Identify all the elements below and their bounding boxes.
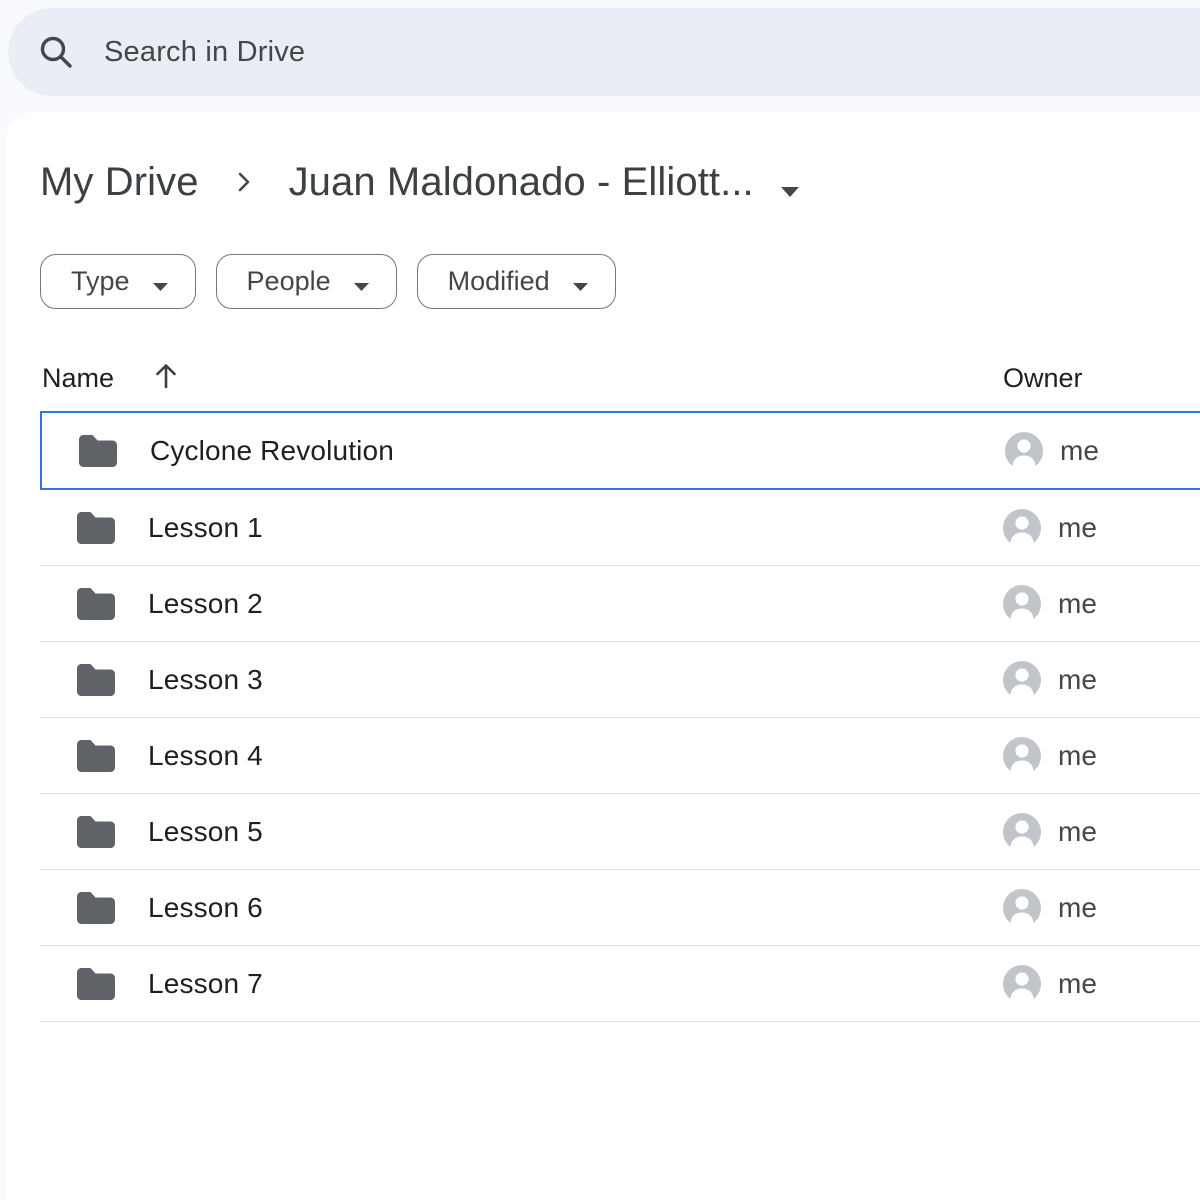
file-name-label: Lesson 7 [148, 968, 263, 1000]
file-name-cell: Lesson 7 [40, 967, 1003, 1001]
breadcrumb-my-drive[interactable]: My Drive [40, 160, 199, 205]
file-name-label: Lesson 2 [148, 588, 263, 620]
file-owner-cell: me [1003, 813, 1200, 851]
filter-chip-type[interactable]: Type [40, 254, 196, 309]
file-row[interactable]: Lesson 1 me [40, 490, 1200, 566]
file-name-cell: Cyclone Revolution [42, 434, 1005, 468]
file-row[interactable]: Lesson 3 me [40, 642, 1200, 718]
file-name-cell: Lesson 1 [40, 511, 1003, 545]
file-owner-cell: me [1003, 889, 1200, 927]
file-name-label: Lesson 1 [148, 512, 263, 544]
file-row[interactable]: Lesson 5 me [40, 794, 1200, 870]
file-list-header: Name Owner [40, 345, 1200, 411]
owner-label: me [1060, 435, 1099, 467]
search-input[interactable]: Search in Drive [8, 8, 1200, 96]
file-row[interactable]: Lesson 2 me [40, 566, 1200, 642]
owner-avatar-icon [1003, 737, 1041, 775]
chevron-right-icon [229, 167, 259, 197]
breadcrumb: My Drive Juan Maldonado - Elliott... [40, 112, 1200, 212]
filter-chip-bar: Type People Modified [40, 254, 1200, 309]
chip-type-label: Type [71, 266, 130, 297]
owner-label: me [1058, 816, 1097, 848]
owner-avatar-icon [1003, 585, 1041, 623]
file-name-label: Cyclone Revolution [150, 435, 394, 467]
owner-label: me [1058, 892, 1097, 924]
file-row[interactable]: Lesson 4 me [40, 718, 1200, 794]
folder-icon [75, 587, 117, 621]
owner-avatar-icon [1003, 965, 1041, 1003]
file-owner-cell: me [1003, 661, 1200, 699]
owner-avatar-icon [1003, 509, 1041, 547]
name-header-label: Name [42, 363, 114, 394]
owner-label: me [1058, 512, 1097, 544]
chip-modified-label: Modified [448, 266, 550, 297]
top-app-bar: Search in Drive [0, 0, 1200, 96]
sort-ascending-arrow-icon[interactable] [150, 360, 182, 399]
caret-down-icon [780, 163, 800, 208]
file-owner-cell: me [1003, 737, 1200, 775]
search-placeholder: Search in Drive [104, 36, 305, 69]
file-name-label: Lesson 4 [148, 740, 263, 772]
chip-people-label: People [247, 266, 331, 297]
folder-icon [75, 739, 117, 773]
folder-icon [75, 663, 117, 697]
folder-icon [75, 967, 117, 1001]
caret-down-icon [152, 268, 169, 299]
file-name-cell: Lesson 3 [40, 663, 1003, 697]
owner-label: me [1058, 968, 1097, 1000]
owner-header-label: Owner [1003, 363, 1083, 393]
file-owner-cell: me [1005, 432, 1200, 470]
file-name-label: Lesson 3 [148, 664, 263, 696]
owner-avatar-icon [1003, 889, 1041, 927]
folder-icon [75, 891, 117, 925]
folder-icon [77, 434, 119, 468]
filter-chip-people[interactable]: People [216, 254, 397, 309]
breadcrumb-current-label: Juan Maldonado - Elliott... [289, 160, 754, 205]
caret-down-icon [572, 268, 589, 299]
owner-label: me [1058, 740, 1097, 772]
owner-avatar-icon [1003, 813, 1041, 851]
breadcrumb-current-folder[interactable]: Juan Maldonado - Elliott... [289, 157, 800, 208]
owner-avatar-icon [1005, 432, 1043, 470]
file-name-cell: Lesson 4 [40, 739, 1003, 773]
file-row[interactable]: Lesson 6 me [40, 870, 1200, 946]
file-name-label: Lesson 5 [148, 816, 263, 848]
file-name-cell: Lesson 5 [40, 815, 1003, 849]
file-owner-cell: me [1003, 585, 1200, 623]
file-name-cell: Lesson 2 [40, 587, 1003, 621]
owner-column-header[interactable]: Owner [1003, 363, 1200, 394]
file-row[interactable]: Cyclone Revolution me [40, 411, 1200, 490]
name-column-header[interactable]: Name [40, 358, 1003, 399]
file-owner-cell: me [1003, 509, 1200, 547]
file-name-label: Lesson 6 [148, 892, 263, 924]
breadcrumb-root-label: My Drive [40, 160, 199, 205]
drive-content-card: My Drive Juan Maldonado - Elliott... Typ… [6, 112, 1200, 1200]
folder-icon [75, 815, 117, 849]
file-list: Cyclone Revolution me Lesson 1 [40, 411, 1200, 1022]
owner-label: me [1058, 588, 1097, 620]
owner-avatar-icon [1003, 661, 1041, 699]
file-owner-cell: me [1003, 965, 1200, 1003]
caret-down-icon [353, 268, 370, 299]
search-icon[interactable] [8, 8, 104, 96]
folder-icon [75, 511, 117, 545]
file-row[interactable]: Lesson 7 me [40, 946, 1200, 1022]
filter-chip-modified[interactable]: Modified [417, 254, 616, 309]
owner-label: me [1058, 664, 1097, 696]
file-name-cell: Lesson 6 [40, 891, 1003, 925]
